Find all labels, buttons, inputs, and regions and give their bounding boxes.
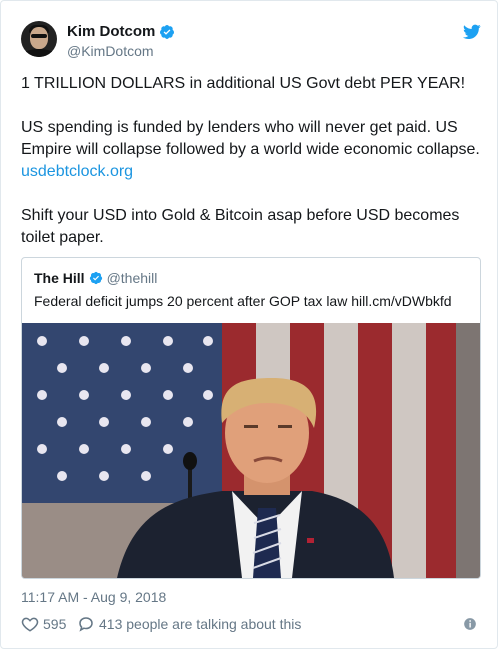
verified-badge-icon [89, 271, 102, 285]
tweet-paragraph: Shift your USD into Gold & Bitcoin asap … [21, 207, 460, 246]
talking-count: 413 people are talking about this [99, 616, 302, 632]
heart-icon [21, 617, 39, 632]
tweet-timestamp[interactable]: 11:17 AM - Aug 9, 2018 [21, 589, 166, 605]
speech-bubble-icon [79, 617, 93, 632]
twitter-bird-icon[interactable] [463, 24, 481, 40]
reply-conversation-link[interactable]: 413 people are talking about this [77, 615, 301, 633]
author-handle[interactable]: @KimDotcom [67, 43, 154, 59]
like-count: 595 [43, 616, 67, 632]
like-button[interactable]: 595 [21, 615, 66, 633]
quoted-author-name: The Hill [34, 270, 85, 286]
author-name[interactable]: Kim Dotcom [67, 23, 155, 40]
tweet-link[interactable]: usdebtclock.org [21, 163, 133, 180]
tweet-paragraph: US spending is funded by lenders who wil… [21, 119, 480, 180]
tweet-paragraph: 1 TRILLION DOLLARS in additional US Govt… [21, 75, 466, 92]
tweet-text: 1 TRILLION DOLLARS in additional US Govt… [21, 73, 481, 271]
verified-badge-icon [160, 24, 175, 39]
quoted-text: Federal deficit jumps 20 percent after G… [34, 293, 452, 309]
quoted-header: The Hill @thehill [34, 270, 157, 286]
tweet-actions: 595 413 people are talking about this [21, 615, 481, 637]
quoted-tweet[interactable]: The Hill @thehill Federal deficit jumps … [21, 257, 481, 579]
info-icon[interactable] [463, 617, 477, 631]
quoted-photo[interactable] [22, 323, 480, 578]
tweet-card: Kim Dotcom @KimDotcom 1 TRILLION DOLLARS… [0, 0, 498, 649]
avatar[interactable] [21, 21, 57, 57]
author-name-row[interactable]: Kim Dotcom [67, 23, 175, 40]
tweet-header: Kim Dotcom @KimDotcom [21, 21, 481, 65]
quoted-author-handle: @thehill [106, 270, 158, 286]
